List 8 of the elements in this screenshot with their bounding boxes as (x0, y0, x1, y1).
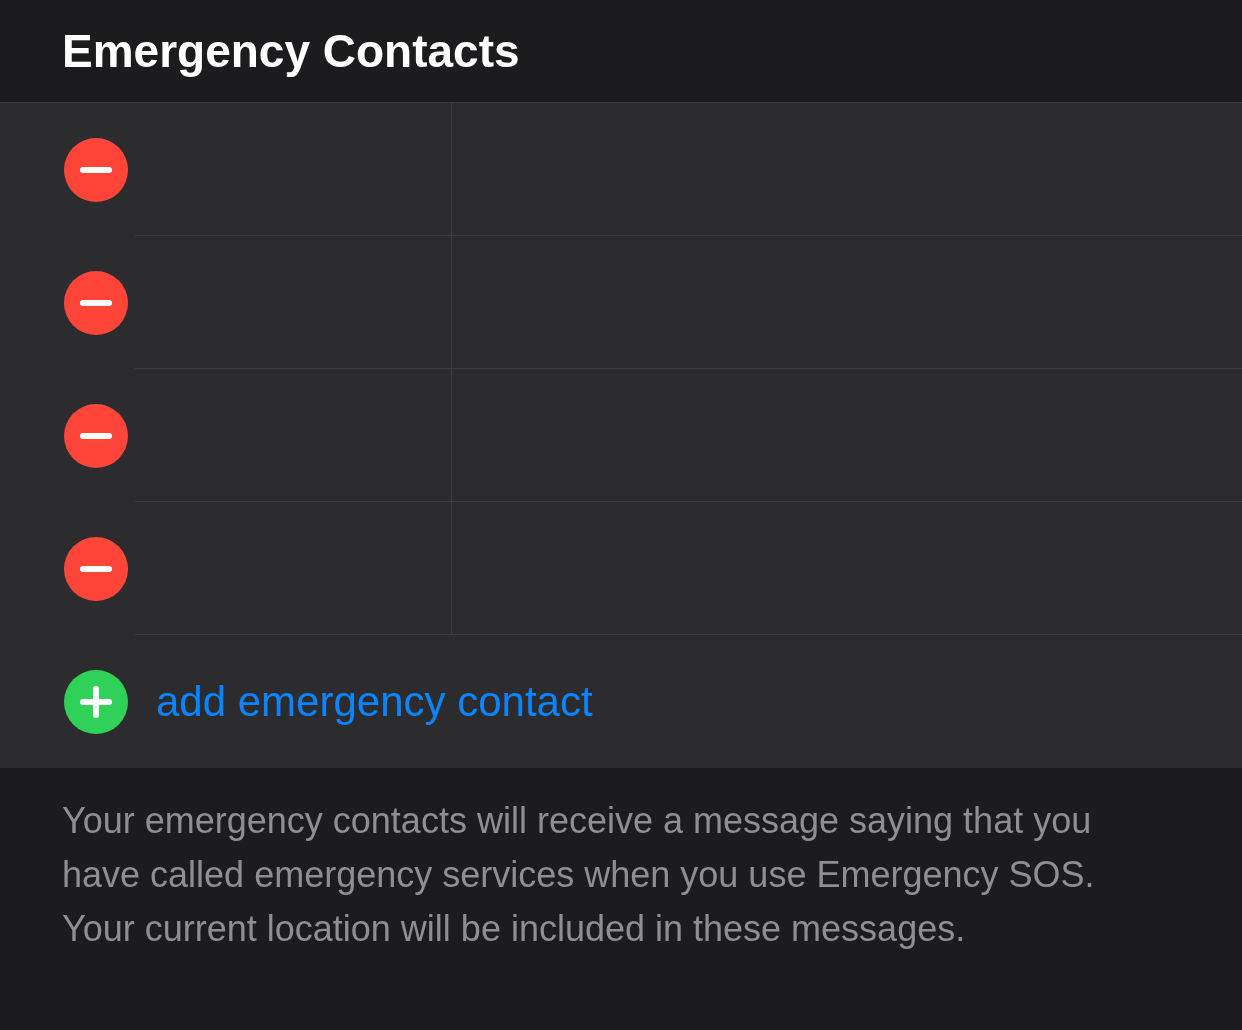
footer-note: Your emergency contacts will receive a message saying that you have called emergency services when you use Emergency SOS. Your current location will be included in these messages. (61, 799, 1096, 951)
add-icon[interactable] (64, 669, 128, 734)
remove-icon[interactable] (64, 137, 128, 202)
page-title: Emergency Contacts (62, 24, 520, 78)
remove-icon[interactable] (64, 536, 128, 601)
remove-icon[interactable] (64, 270, 128, 335)
add-contact-link[interactable]: add emergency contact (156, 677, 593, 726)
remove-icon[interactable] (64, 403, 128, 468)
